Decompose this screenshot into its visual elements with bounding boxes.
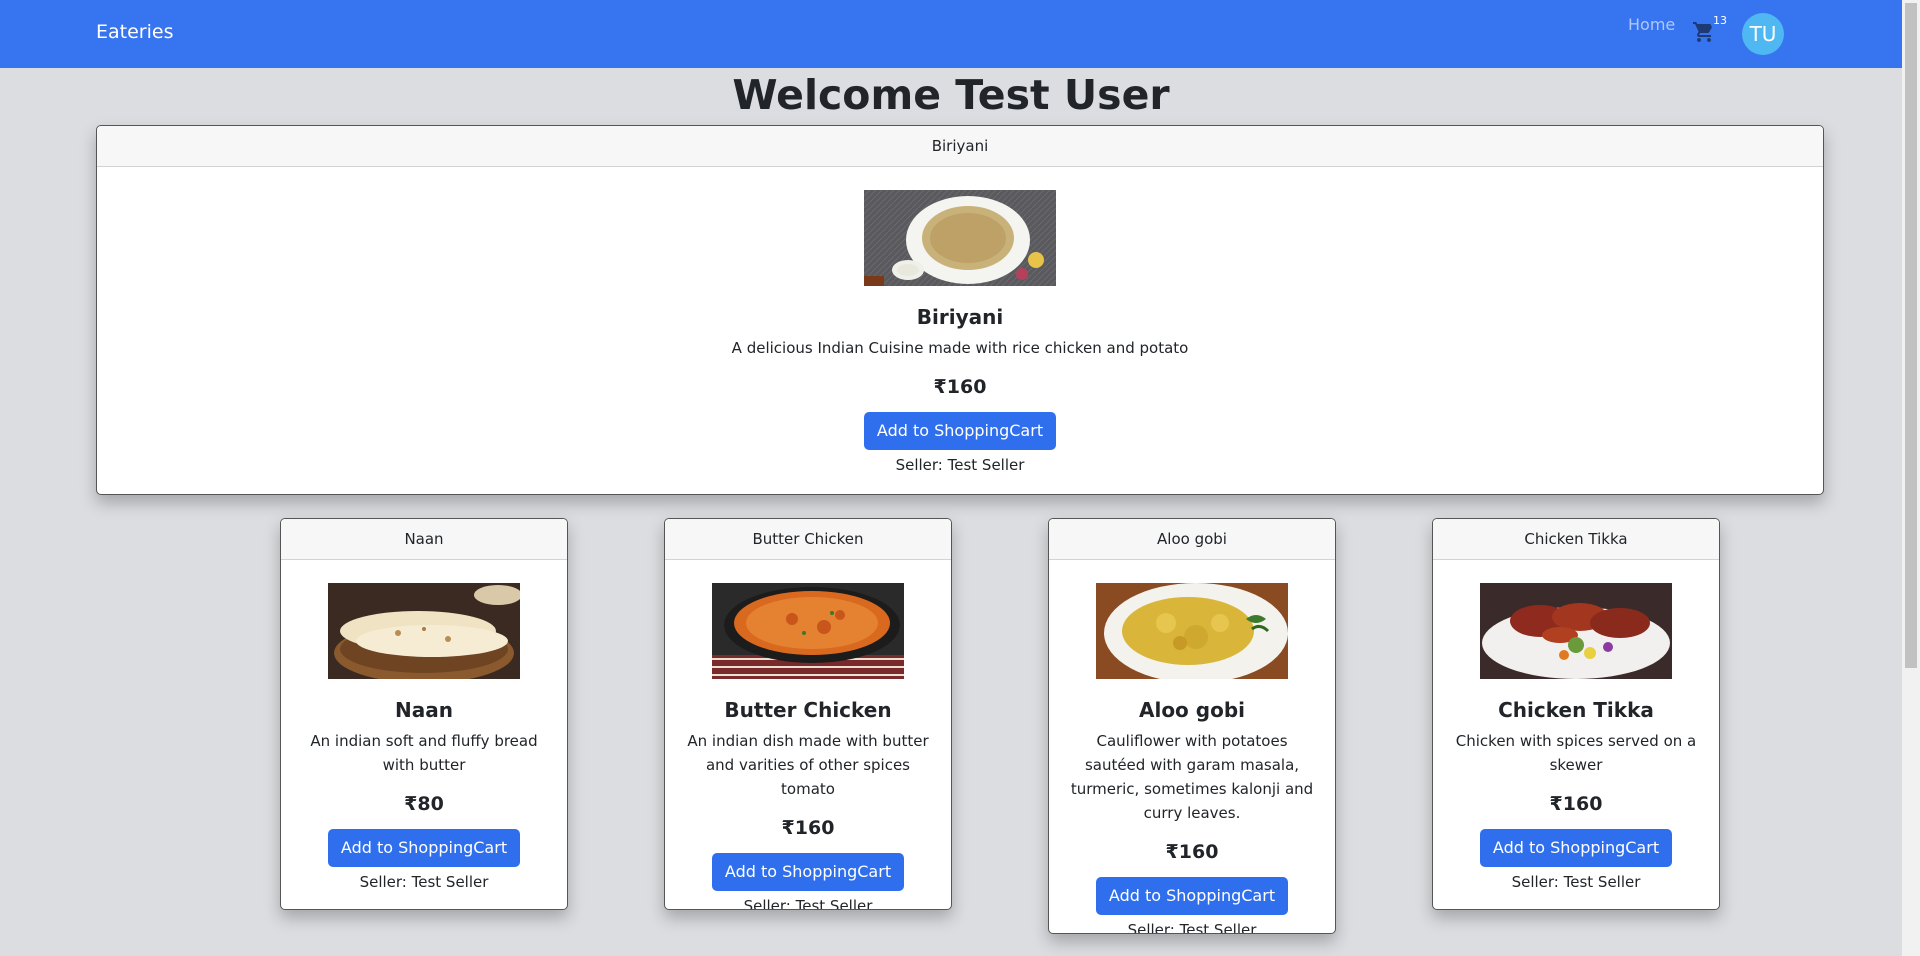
scrollbar-thumb[interactable] (1905, 3, 1917, 668)
product-card-butter-chicken: Butter Chicken Butter Chicken An indian … (664, 518, 952, 910)
page-title: Welcome Test User (732, 71, 1170, 119)
product-description: Cauliflower with potatoes sautéed with g… (1070, 732, 1314, 822)
card-header: Naan (281, 519, 567, 560)
seller-label: Seller: Test Seller (743, 897, 873, 910)
product-title: Aloo gobi (1138, 698, 1245, 722)
product-description: An indian dish made with butter and vari… (687, 732, 929, 798)
seller-label: Seller: Test Seller (895, 456, 1025, 474)
card-header: Butter Chicken (665, 519, 951, 560)
add-to-cart-button[interactable]: Add to ShoppingCart (1479, 829, 1673, 867)
seller-label: Seller: Test Seller (1511, 873, 1641, 891)
butter-chicken-image (712, 583, 904, 679)
product-card-chicken-tikka: Chicken Tikka Chicken Tikka Chicken with… (1432, 518, 1720, 910)
product-price: ₹160 (933, 376, 987, 398)
product-price: ₹160 (781, 817, 835, 839)
product-card-naan: Naan Naan An indian soft and fluffy brea… (280, 518, 568, 910)
naan-image (328, 583, 520, 679)
seller-label: Seller: Test Seller (359, 873, 489, 891)
add-to-cart-button[interactable]: Add to ShoppingCart (863, 412, 1057, 450)
card-header: Aloo gobi (1049, 519, 1335, 560)
brand-link[interactable]: Eateries (96, 21, 173, 43)
add-to-cart-button[interactable]: Add to ShoppingCart (327, 829, 521, 867)
product-description: An indian soft and fluffy bread with but… (310, 732, 538, 774)
product-title: Naan (395, 698, 453, 722)
product-title: Biriyani (916, 305, 1004, 329)
seller-label: Seller: Test Seller (1127, 921, 1257, 934)
card-header: Chicken Tikka (1433, 519, 1719, 560)
product-card-biriyani: Biriyani Biriyani A delicious Indian Cui… (96, 125, 1824, 495)
cart-count-badge: 13 (1710, 11, 1730, 31)
product-price: ₹160 (1165, 841, 1219, 863)
aloo-gobi-image (1096, 583, 1288, 679)
product-title: Butter Chicken (724, 698, 892, 722)
user-avatar[interactable]: TU (1742, 13, 1784, 55)
top-navbar: Eateries Home 13 TU (0, 0, 1902, 68)
product-description: Chicken with spices served on a skewer (1455, 732, 1697, 774)
chicken-tikka-image (1480, 583, 1672, 679)
add-to-cart-button[interactable]: Add to ShoppingCart (1095, 877, 1289, 915)
biriyani-image (864, 190, 1056, 286)
product-price: ₹160 (1549, 793, 1603, 815)
product-title: Chicken Tikka (1498, 698, 1654, 722)
product-description: A delicious Indian Cuisine made with ric… (731, 339, 1189, 357)
product-card-aloo-gobi: Aloo gobi Aloo gobi Cauliflower with pot… (1048, 518, 1336, 934)
card-header: Biriyani (97, 126, 1823, 167)
nav-home-link[interactable]: Home (1628, 15, 1675, 34)
product-price: ₹80 (404, 793, 444, 815)
add-to-cart-button[interactable]: Add to ShoppingCart (711, 853, 905, 891)
